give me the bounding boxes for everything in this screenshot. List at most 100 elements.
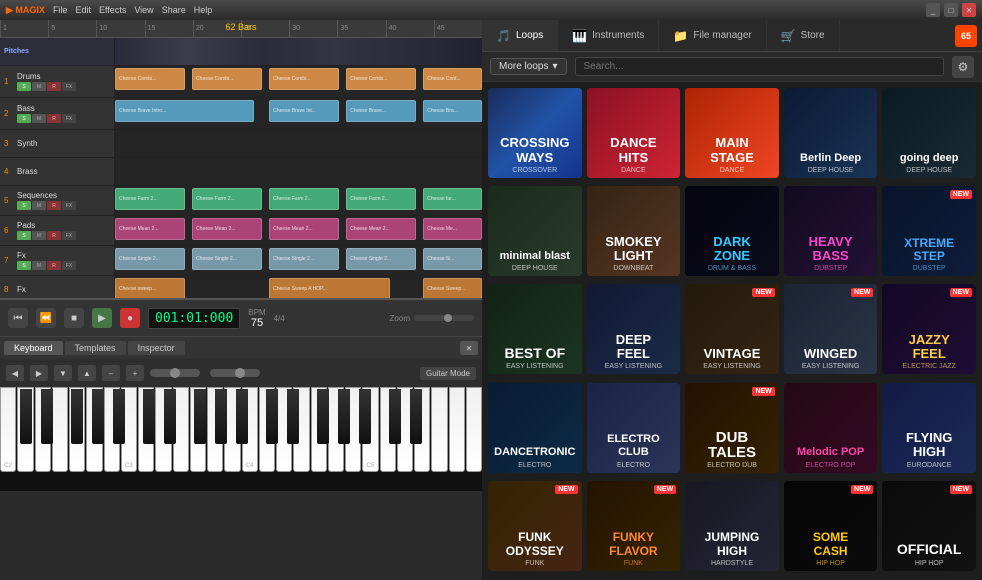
card-minimal-blast[interactable]: minimal blast DEEP HOUSE bbox=[488, 186, 582, 276]
card-main-stage[interactable]: MAINSTAGE DANCE bbox=[685, 88, 779, 178]
track-content-2[interactable]: Cheese Brave Intro... Cheese Brave Int..… bbox=[115, 98, 482, 129]
mute-btn-2[interactable]: M bbox=[32, 114, 46, 123]
card-vintage[interactable]: NEW VINTAGE EASY LISTENING bbox=[685, 284, 779, 374]
card-funky-flavor[interactable]: NEW FunkyFLAVOR FUNK bbox=[587, 481, 681, 571]
key-fs3[interactable] bbox=[194, 389, 206, 444]
kb-left-btn[interactable]: ◀ bbox=[6, 365, 24, 381]
close-button[interactable]: ✕ bbox=[962, 3, 976, 17]
solo-btn-5[interactable]: S bbox=[17, 201, 31, 210]
track-content-pitches[interactable] bbox=[115, 38, 482, 65]
card-melodic-pop[interactable]: Melodic POP ELECTRO POP bbox=[784, 383, 878, 473]
record-button[interactable]: ● bbox=[120, 308, 140, 328]
track-content-3[interactable] bbox=[115, 130, 482, 157]
card-best-of[interactable]: BEST OF EASY LISTENING bbox=[488, 284, 582, 374]
rewind-button[interactable]: ⏮ bbox=[8, 308, 28, 328]
solo-btn-6[interactable]: S bbox=[17, 231, 31, 240]
key-gs2[interactable] bbox=[92, 389, 104, 444]
key-a5[interactable] bbox=[449, 387, 465, 472]
loops-dropdown[interactable]: More loops ▾ bbox=[490, 58, 567, 75]
card-dancetronic[interactable]: DANCETRONIC ELECTRO bbox=[488, 383, 582, 473]
card-winged[interactable]: NEW WINGED EASY LISTENING bbox=[784, 284, 878, 374]
prev-button[interactable]: ⏪ bbox=[36, 308, 56, 328]
menu-effects[interactable]: Effects bbox=[99, 5, 126, 15]
solo-btn-7[interactable]: S bbox=[17, 261, 31, 270]
key-ds5[interactable] bbox=[410, 389, 422, 444]
menu-share[interactable]: Share bbox=[162, 5, 186, 15]
mute-btn-6[interactable]: M bbox=[32, 231, 46, 240]
key-fs2[interactable] bbox=[71, 389, 83, 444]
mute-btn-1[interactable]: M bbox=[32, 82, 46, 91]
key-g5[interactable] bbox=[431, 387, 447, 472]
key-fs4[interactable] bbox=[317, 389, 329, 444]
kb-down-btn[interactable]: ▼ bbox=[54, 365, 72, 381]
key-as4[interactable] bbox=[359, 389, 371, 444]
tab-templates[interactable]: Templates bbox=[65, 341, 126, 355]
solo-btn-2[interactable]: S bbox=[17, 114, 31, 123]
track-content-8[interactable]: Cheese sweep... Cheese Sweep A HOP... Ch… bbox=[115, 276, 482, 298]
rec-btn-2[interactable]: R bbox=[47, 114, 61, 123]
stop-button[interactable]: ■ bbox=[64, 308, 84, 328]
rec-btn-5[interactable]: R bbox=[47, 201, 61, 210]
card-dub-tales[interactable]: NEW DUBTALES ELECTRO DUB bbox=[685, 383, 779, 473]
maximize-button[interactable]: □ bbox=[944, 3, 958, 17]
kb-pitch-slider[interactable] bbox=[210, 369, 260, 377]
card-jumping-high[interactable]: JUMPINGHIGH HARDSTYLE bbox=[685, 481, 779, 571]
key-cs4[interactable] bbox=[266, 389, 278, 444]
rec-btn-7[interactable]: R bbox=[47, 261, 61, 270]
key-gs4[interactable] bbox=[338, 389, 350, 444]
menu-help[interactable]: Help bbox=[194, 5, 213, 15]
fx-btn-1[interactable]: FX bbox=[62, 82, 76, 91]
track-content-5[interactable]: Cheese Farm 2... Cheese Farm 2... Cheese… bbox=[115, 186, 482, 215]
fx-btn-5[interactable]: FX bbox=[62, 201, 76, 210]
kb-plus-btn[interactable]: + bbox=[126, 365, 144, 381]
solo-btn-1[interactable]: S bbox=[17, 82, 31, 91]
key-as2[interactable] bbox=[113, 389, 125, 444]
fx-btn-2[interactable]: FX bbox=[62, 114, 76, 123]
key-cs2[interactable] bbox=[20, 389, 32, 444]
key-ds2[interactable] bbox=[41, 389, 53, 444]
kb-right-btn[interactable]: ▶ bbox=[30, 365, 48, 381]
fx-btn-6[interactable]: FX bbox=[62, 231, 76, 240]
key-ds3[interactable] bbox=[164, 389, 176, 444]
card-dance-hits[interactable]: DANCEHITS DANCE bbox=[587, 88, 681, 178]
tab-loops[interactable]: 🎵 Loops bbox=[482, 20, 558, 51]
card-jazzy-feel[interactable]: NEW JAZZYFeel ELECTRIC JAZZ bbox=[882, 284, 976, 374]
rec-btn-6[interactable]: R bbox=[47, 231, 61, 240]
tab-inspector[interactable]: Inspector bbox=[128, 341, 185, 355]
tab-instruments[interactable]: 🎹 Instruments bbox=[558, 20, 659, 51]
tab-filemanager[interactable]: 📁 File manager bbox=[659, 20, 766, 51]
key-cs3[interactable] bbox=[143, 389, 155, 444]
card-dark-zone[interactable]: DARKZONE DRUM & BASS bbox=[685, 186, 779, 276]
settings-button[interactable]: ⚙ bbox=[952, 56, 974, 78]
card-heavy-bass[interactable]: heavybass DUBSTEP bbox=[784, 186, 878, 276]
mute-btn-7[interactable]: M bbox=[32, 261, 46, 270]
kb-velocity-slider[interactable] bbox=[150, 369, 200, 377]
key-ds4[interactable] bbox=[287, 389, 299, 444]
kb-up-btn[interactable]: ▲ bbox=[78, 365, 96, 381]
kb-minus-btn[interactable]: – bbox=[102, 365, 120, 381]
track-content-1[interactable]: Cheese Combi... Cheese Combi... Cheese C… bbox=[115, 66, 482, 97]
key-as3[interactable] bbox=[236, 389, 248, 444]
fx-btn-7[interactable]: FX bbox=[62, 261, 76, 270]
guitar-mode-btn[interactable]: Guitar Mode bbox=[420, 367, 476, 380]
card-funk-odyssey[interactable]: NEW FUNKODYSSEY FUNK bbox=[488, 481, 582, 571]
card-going-deep[interactable]: going deep DEEP HOUSE bbox=[882, 88, 976, 178]
card-berlin-deep[interactable]: Berlin Deep DEEP HOUSE bbox=[784, 88, 878, 178]
card-xtreme-step[interactable]: NEW xtremestep DUBSTEP bbox=[882, 186, 976, 276]
menu-edit[interactable]: Edit bbox=[75, 5, 91, 15]
kb-close-btn[interactable]: ✕ bbox=[460, 341, 478, 355]
track-content-6[interactable]: Cheese Mean 2... Cheese Mean 2... Cheese… bbox=[115, 216, 482, 245]
track-content-7[interactable]: Cheese Single 2... Cheese Single 2... Ch… bbox=[115, 246, 482, 275]
play-button[interactable]: ▶ bbox=[92, 308, 112, 328]
card-electro-club[interactable]: ELECTRO CLUB ELECTRO bbox=[587, 383, 681, 473]
menu-view[interactable]: View bbox=[134, 5, 153, 15]
search-input[interactable] bbox=[575, 57, 945, 76]
card-some-cash[interactable]: NEW SOMECASH HIP HOP bbox=[784, 481, 878, 571]
card-deep-feel[interactable]: DEEPFEEL EASY LISTENING bbox=[587, 284, 681, 374]
card-crossing-ways[interactable]: CROSSINGWAYS CROSSOVER bbox=[488, 88, 582, 178]
card-flying-high[interactable]: FLYINGHIGH EURODANCE bbox=[882, 383, 976, 473]
menu-file[interactable]: File bbox=[53, 5, 68, 15]
track-content-4[interactable] bbox=[115, 158, 482, 185]
key-b5[interactable] bbox=[466, 387, 482, 472]
rec-btn-1[interactable]: R bbox=[47, 82, 61, 91]
